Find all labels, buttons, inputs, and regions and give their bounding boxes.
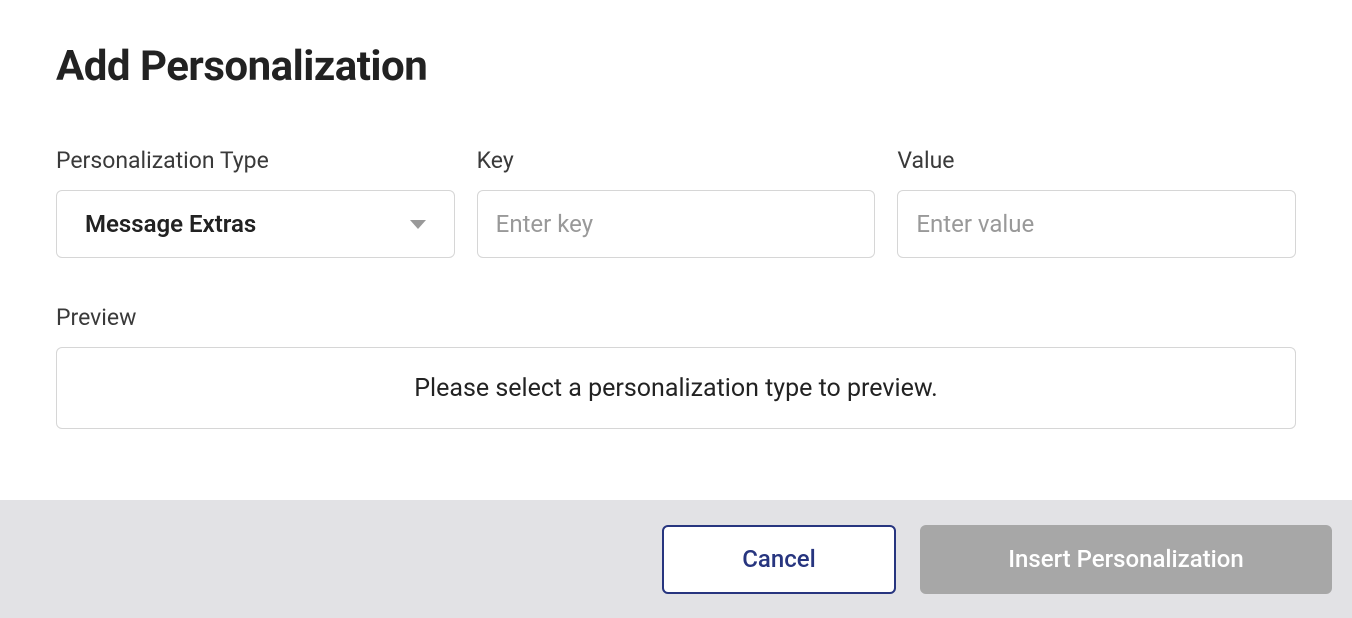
cancel-button[interactable]: Cancel (662, 525, 896, 594)
value-input[interactable] (897, 190, 1296, 258)
key-input[interactable] (477, 190, 876, 258)
preview-section: Preview Please select a personalization … (56, 304, 1296, 429)
personalization-type-label: Personalization Type (56, 147, 455, 174)
key-label: Key (477, 147, 876, 174)
personalization-type-select[interactable]: Message Extras (56, 190, 455, 258)
preview-message: Please select a personalization type to … (414, 374, 937, 403)
caret-down-icon (410, 220, 426, 229)
form-row: Personalization Type Message Extras Key … (56, 147, 1296, 258)
personalization-type-group: Personalization Type Message Extras (56, 147, 455, 258)
preview-label: Preview (56, 304, 1296, 331)
dialog-footer: Cancel Insert Personalization (0, 500, 1352, 618)
page-title: Add Personalization (56, 42, 1296, 91)
personalization-type-value: Message Extras (85, 210, 410, 238)
preview-box: Please select a personalization type to … (56, 347, 1296, 429)
key-group: Key (477, 147, 876, 258)
value-label: Value (897, 147, 1296, 174)
value-group: Value (897, 147, 1296, 258)
insert-personalization-button[interactable]: Insert Personalization (920, 525, 1332, 594)
